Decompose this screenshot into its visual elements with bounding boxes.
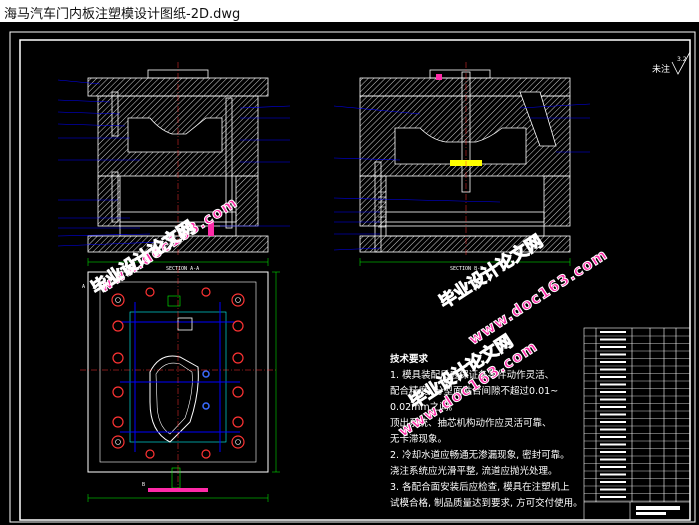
bom-row-text-stroke: [600, 391, 626, 393]
technical-requirements-line: 浇注系统应光滑平整, 流道应抛光处理。: [390, 466, 558, 477]
bom-row-text-stroke: [600, 353, 626, 356]
bom-row-text-stroke: [600, 368, 626, 371]
technical-requirements-line: 2. 冷却水道应畅通无渗漏现象, 密封可靠。: [390, 450, 570, 461]
bom-row-text-stroke: [600, 481, 626, 483]
bom-row-text-stroke: [600, 436, 626, 438]
bom-row-text-stroke: [600, 473, 626, 476]
plan-section-mark-b: B: [142, 482, 146, 488]
title-block: [583, 327, 691, 521]
front-view-caption: SECTION A-A: [166, 266, 200, 272]
bom-row-text-stroke: [600, 466, 626, 468]
bom-row-text-stroke: [600, 451, 626, 453]
bom-row-text-stroke: [600, 421, 626, 423]
bom-row-text-stroke: [600, 398, 626, 401]
plan-view-mark-a: A: [82, 284, 86, 290]
bom-row-text-stroke: [600, 496, 626, 498]
bom-row-text-stroke: [600, 443, 626, 446]
technical-requirements-line: 3. 各配合面安装后应检查, 模具在注塑机上: [390, 482, 570, 493]
bom-row-text-stroke: [600, 413, 626, 416]
bom-row-text-stroke: [600, 406, 626, 408]
window-titlebar: 海马汽车门内板注塑模设计图纸-2D.dwg: [0, 0, 699, 22]
bom-row-text-stroke: [600, 361, 626, 363]
bom-row-text-stroke: [600, 338, 626, 341]
cad-drawing-canvas[interactable]: 未注 3.2 SECTION A-A SECTION B-B A B 技术要求 …: [0, 22, 699, 525]
bom-rows: [584, 331, 690, 502]
bom-row-text-stroke: [600, 458, 626, 461]
bom-row-text-stroke: [600, 331, 626, 333]
plan-view: [80, 267, 280, 502]
bom-row-text-stroke: [600, 376, 626, 378]
technical-requirements-line: 试模合格, 制品质量达到要求, 方可交付使用。: [390, 498, 580, 509]
roughness-value: 3.2: [677, 56, 687, 63]
bom-row-text-stroke: [600, 383, 626, 386]
surface-finish-label: 未注: [652, 65, 671, 75]
technical-requirements-line: 无卡滞现象。: [390, 434, 448, 445]
bom-row-text-stroke: [600, 346, 626, 348]
title-block-name-field: [636, 506, 680, 510]
window-title: 海马汽车门内板注塑模设计图纸-2D.dwg: [4, 7, 241, 22]
bom-row-text-stroke: [600, 488, 626, 491]
bom-row-text-stroke: [600, 428, 626, 431]
side-section-view: [333, 62, 591, 266]
